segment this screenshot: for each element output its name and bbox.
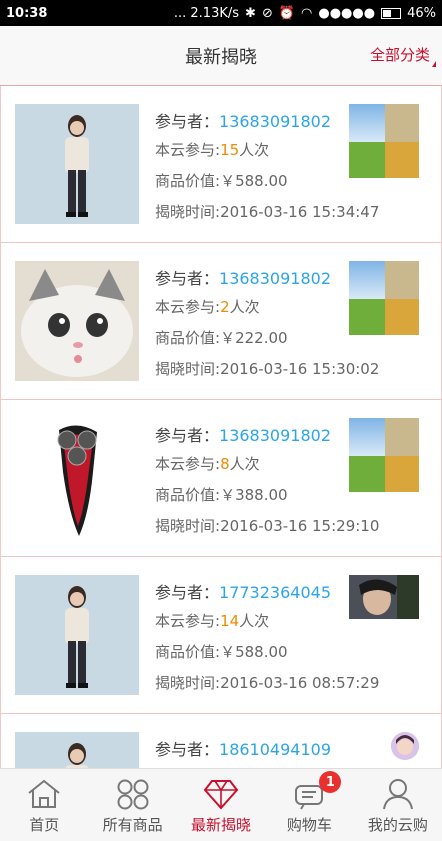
status-bar: 10:38 ... 2.13K/s ✱ ⊘ ⏰ ◠ ●●●●● 46% [0,0,442,26]
winner-avatar[interactable] [349,418,419,492]
tab-all-products[interactable]: 所有商品 [88,769,176,841]
participant-label: 参与者： [155,426,220,445]
value-label: 商品价值: [155,486,221,504]
participant-phone[interactable]: 18610494109 [219,740,331,759]
tab-my-account-label: 我的云购 [367,816,428,834]
cloud-count: 14 [220,612,240,630]
cloud-count-unit: 人次 [229,455,260,473]
tab-latest-reveal-label: 最新揭晓 [191,816,252,834]
user-icon [382,779,413,810]
result-list[interactable]: 参与者：13683091802 本云参与:15人次 商品价值:￥588.00 揭… [0,86,442,768]
cloud-count: 2 [220,298,230,316]
page-title: 最新揭晓 [185,46,257,68]
product-image-model [15,732,139,768]
category-filter-label: 全部分类 [369,46,430,64]
tab-all-products-label: 所有商品 [102,816,163,834]
value-label: 商品价值: [155,172,221,190]
cloud-count-unit: 人次 [239,612,270,630]
dropdown-corner-icon [432,61,436,67]
cloud-count: 8 [220,455,230,473]
cloud-count-label: 本云参与: [155,298,221,316]
home-icon [28,779,60,808]
cloud-count-label: 本云参与: [155,141,221,159]
reveal-time-label: 揭晓时间: [155,203,221,221]
cloud-count-label: 本云参与: [155,455,221,473]
product-image-model [15,575,139,695]
reveal-time: 2016-03-16 08:57:29 [220,674,380,692]
page-header: 最新揭晓 全部分类 [0,26,442,86]
cart-count-badge: 1 [319,771,342,793]
grid-icon [117,779,149,810]
participant-phone[interactable]: 13683091802 [219,426,331,445]
battery-icon [381,7,402,19]
winner-avatar[interactable] [349,575,419,619]
reveal-time-label: 揭晓时间: [155,360,221,378]
participant-label: 参与者： [155,740,220,759]
product-value: ￥388.00 [220,486,288,504]
reveal-time-label: 揭晓时间: [155,517,221,535]
diamond-icon [203,780,239,810]
signal-icon: ●●●●● [318,5,376,21]
cloud-count: 15 [220,141,240,159]
winner-avatar[interactable] [349,261,419,335]
reveal-time-label: 揭晓时间: [155,674,221,692]
tab-home-label: 首页 [29,816,60,834]
reveal-time: 2016-03-16 15:30:02 [220,360,380,378]
cloud-count-label: 本云参与: [155,612,221,630]
participant-label: 参与者： [155,112,220,131]
value-label: 商品价值: [155,329,221,347]
product-value: ￥588.00 [220,643,288,661]
tab-latest-reveal[interactable]: 最新揭晓 [177,769,265,841]
value-label: 商品价值: [155,643,221,661]
participant-phone[interactable]: 13683091802 [219,112,331,131]
list-item[interactable]: 参与者：13683091802 本云参与:15人次 商品价值:￥588.00 揭… [1,86,441,243]
alarm-icon: ⏰ [278,5,296,21]
bottom-tab-bar: 首页 所有商品 最新揭晓 1 购物车 我的云购 [0,768,442,841]
tab-cart-label: 购物车 [286,816,332,834]
participant-label: 参与者： [155,583,220,602]
product-image-model [15,104,139,224]
winner-avatar[interactable] [349,104,419,178]
list-item[interactable]: 参与者：17732364045 本云参与:14人次 商品价值:￥588.00 揭… [1,557,441,714]
tab-home[interactable]: 首页 [0,769,88,841]
participant-phone[interactable]: 13683091802 [219,269,331,288]
cloud-count-unit: 人次 [239,141,270,159]
reveal-time: 2016-03-16 15:29:10 [220,517,380,535]
wifi-icon: ◠ [301,5,313,21]
tab-cart[interactable]: 1 购物车 [265,769,353,841]
product-image-shaver [15,418,139,538]
list-item[interactable]: 参与者：18610494109 [1,714,441,768]
list-item[interactable]: 参与者：13683091802 本云参与:8人次 商品价值:￥388.00 揭晓… [1,400,441,557]
category-filter-button[interactable]: 全部分类 [369,44,436,67]
product-value: ￥222.00 [220,329,288,347]
battery-level: 46% [407,5,436,21]
network-speed: ... 2.13K/s [173,5,240,21]
reveal-time: 2016-03-16 15:34:47 [220,203,380,221]
participant-phone[interactable]: 17732364045 [219,583,331,602]
bluetooth-icon: ✱ [245,5,256,21]
winner-avatar[interactable] [391,732,419,760]
list-item[interactable]: 参与者：13683091802 本云参与:2人次 商品价值:￥222.00 揭晓… [1,243,441,400]
product-value: ￥588.00 [220,172,288,190]
product-image-cat [15,261,139,381]
participant-label: 参与者： [155,269,220,288]
cloud-count-unit: 人次 [229,298,260,316]
status-time: 10:38 [6,5,48,21]
tab-my-account[interactable]: 我的云购 [354,769,442,841]
mute-icon: ⊘ [261,5,273,21]
